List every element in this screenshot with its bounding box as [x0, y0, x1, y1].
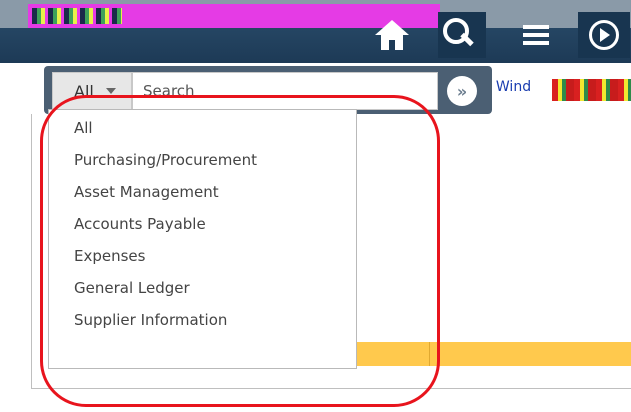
- menu-item-accounts-payable[interactable]: Accounts Payable: [74, 215, 206, 233]
- search-toggle-button[interactable]: [438, 12, 486, 58]
- menu-icon: [523, 25, 549, 45]
- content-border-bottom: [31, 388, 631, 389]
- home-icon: [375, 20, 409, 50]
- scope-label: All: [74, 81, 94, 101]
- double-chevron-right-icon: »: [456, 81, 468, 101]
- footer-band-divider: [429, 342, 430, 366]
- home-button[interactable]: [372, 12, 412, 58]
- menu-item-expenses[interactable]: Expenses: [74, 247, 145, 265]
- top-navigation-bar: [0, 0, 631, 63]
- search-scope-menu: [48, 109, 357, 369]
- menu-item-asset-management[interactable]: Asset Management: [74, 183, 219, 201]
- menu-item-general-ledger[interactable]: General Ledger: [74, 279, 190, 297]
- content-border-left: [31, 114, 32, 388]
- play-circle-icon: [589, 20, 619, 50]
- chevron-down-icon: [105, 88, 116, 94]
- search-input[interactable]: [132, 72, 438, 110]
- menu-button[interactable]: [514, 12, 558, 58]
- search-scope-dropdown[interactable]: All: [52, 72, 132, 110]
- menu-item-all[interactable]: All: [74, 119, 93, 137]
- menu-item-purchasing-procurement[interactable]: Purchasing/Procurement: [74, 151, 257, 169]
- search-go-button[interactable]: »: [447, 76, 477, 106]
- logo-mark: [32, 8, 122, 24]
- background-link-image: [552, 79, 631, 101]
- menu-item-supplier-information[interactable]: Supplier Information: [74, 311, 227, 329]
- navigator-button[interactable]: [578, 12, 630, 58]
